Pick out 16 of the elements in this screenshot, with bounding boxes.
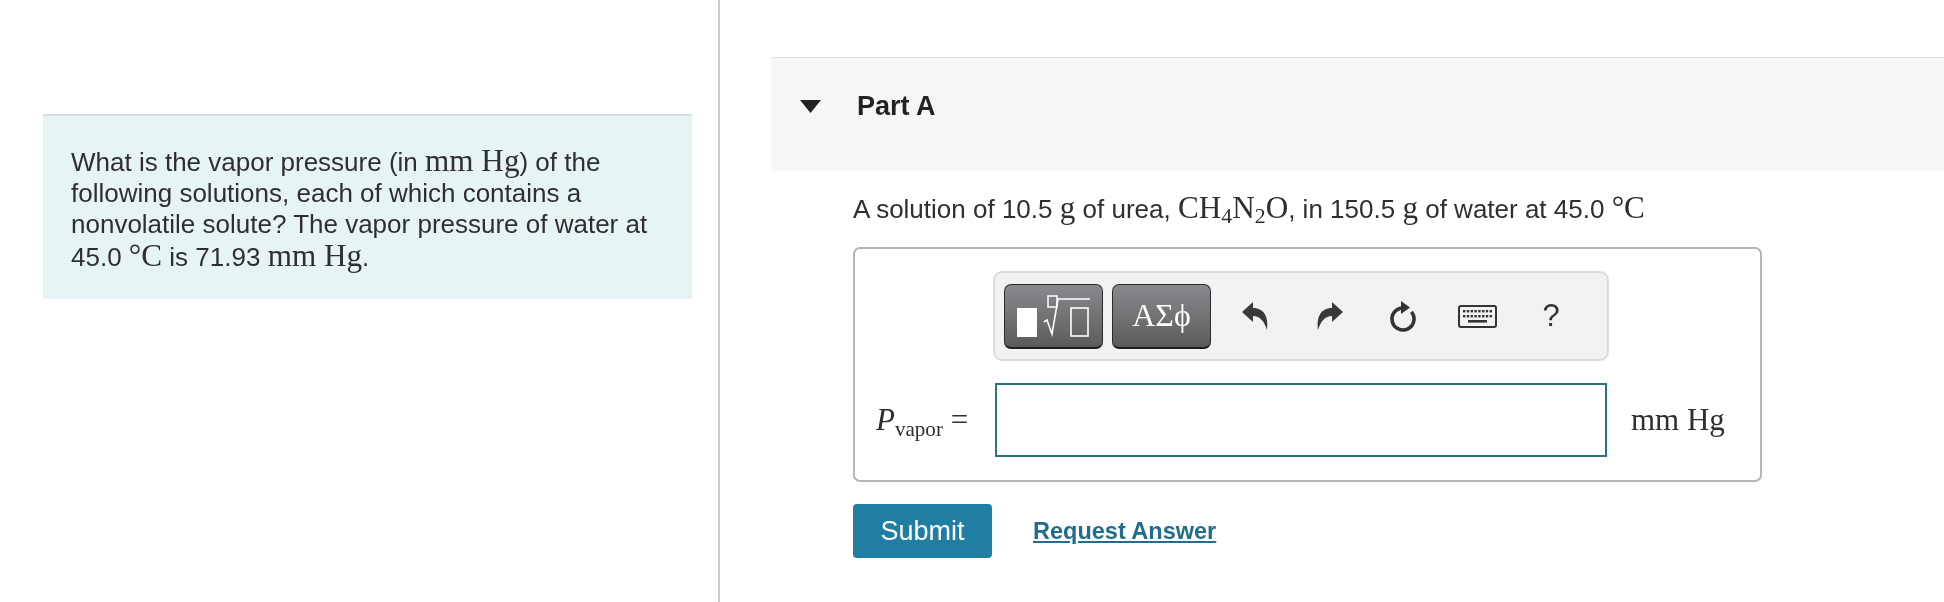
request-answer-link[interactable]: Request Answer <box>1033 517 1217 545</box>
problem-text: What is the vapor pressure (in mm Hg) of the following solutions, each of which contains a nonvolatile solute? The vapor pressure of water at 45.0 °C is 71.93 mm Hg. <box>71 145 649 273</box>
part-title: Part A <box>857 91 936 122</box>
submit-button[interactable]: Submit <box>853 504 992 558</box>
keyboard-icon <box>1457 304 1497 328</box>
block-radical-icon <box>1017 294 1090 337</box>
answer-input[interactable] <box>995 383 1607 457</box>
units-label: mm Hg <box>1631 402 1725 438</box>
undo-icon <box>1241 301 1269 331</box>
reset-icon <box>1387 298 1419 334</box>
help-button[interactable]: ? <box>1529 294 1573 338</box>
redo-icon <box>1315 301 1343 331</box>
symbols-button[interactable]: ΑΣϕ <box>1112 283 1211 349</box>
templates-button[interactable] <box>1004 283 1103 349</box>
part-header[interactable]: Part A <box>771 57 1944 171</box>
question-text: A solution of 10.5 g of urea, CH$_{4}$N$_{2}$O, in 150.5 g of water at 45.0 °C <box>853 192 1646 225</box>
